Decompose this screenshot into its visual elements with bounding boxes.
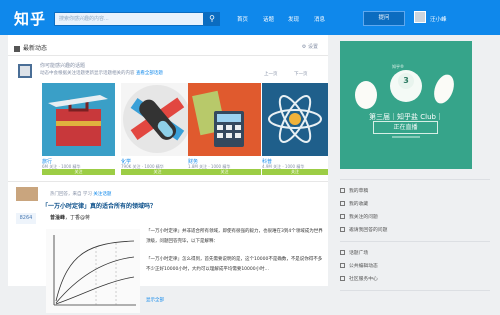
answer-paragraph: 「一万小时定律」怎么得到，首先需要说明的是，这个10000不是确数，不是说你得不… [146,257,323,272]
prev-page-button[interactable]: 上一页 [264,71,278,77]
star-icon [340,214,345,219]
gear-icon: ⚙ [301,44,307,50]
sidebar-item-community-center[interactable]: 社区服务中心 [340,275,378,282]
follow-topic-button[interactable]: 关注 [121,169,194,175]
recommend-subtitle-text: 动态中会根据关注话题更新显示话题相关的内容 [40,71,135,76]
sidebar-item-label: 邀请我回答的问题 [349,228,388,233]
feed-header: 最新动态 [14,43,47,52]
recommend-subtitle: 动态中会根据关注话题更新显示话题相关的内容 查看全部话题 [40,70,163,76]
feed-title: 最新动态 [23,45,48,52]
club-illustration [355,70,454,138]
answer-meta-text: 热门回答，来自 学习 [50,192,92,197]
topic-image-science[interactable] [262,83,328,156]
club-live-button[interactable]: 正在直播 [373,121,438,134]
sidebar-item-label: 话题广场 [349,251,369,256]
search-input[interactable]: 搜索你感兴趣的内容... [54,12,204,26]
calculator-icon [188,83,261,156]
divider [340,179,490,180]
test-tube-icon [121,83,194,156]
sidebar-item-label: 社区服务中心 [349,277,378,282]
sidebar-item-label: 我的草稿 [349,189,369,194]
topic-image-travel[interactable] [42,83,115,156]
invite-icon [340,227,345,232]
author-bio: 丁香@蒋 [70,215,91,221]
answer-figure[interactable] [46,229,140,313]
topic-avatar[interactable] [16,187,38,201]
sidebar-item-label: 我关注的问题 [349,215,378,220]
club-edition-badge: 3 [398,73,414,89]
divider [8,181,328,182]
shield-icon [340,276,345,281]
sidebar-item-topic-square[interactable]: 话题广场 [340,249,368,256]
answer-paragraph: 「一万小时定律」并非适合所有领域，即使有很强的毅力，也很难在3到4个领域成为世界… [146,229,323,244]
sidebar-item-invitations[interactable]: 邀请我回答的问题 [340,226,387,233]
user-avatar[interactable] [414,11,426,23]
follow-topic-link[interactable]: 关注话题 [93,192,111,197]
read-all-link[interactable]: 显示全部 [146,296,324,306]
follow-topic-button[interactable]: 关注 [42,169,115,175]
right-sidebar: 知乎® 3 第三届｜知乎盐 Club｜ 正在直播 我的草稿 我的收藏 我关注的问… [340,35,500,291]
atom-icon [262,83,328,156]
nav-home[interactable]: 首页 [237,15,248,23]
sidebar-item-label: 公共编辑动态 [349,264,378,269]
ask-question-button[interactable]: 提问 [363,11,405,26]
recommend-icon [18,64,32,78]
grid-icon [340,250,345,255]
next-page-button[interactable]: 下一页 [294,71,308,77]
search-button[interactable]: ⚲ [204,12,220,26]
follow-topic-button[interactable]: 关注 [262,169,328,175]
all-topics-link[interactable]: 查看全部话题 [136,71,163,76]
upvote-button[interactable]: 8264 [16,213,36,224]
feed-panel: 最新动态 ⚙ 设置 你可能感兴趣的话题 动态中会根据关注话题更新显示话题相关的内… [8,35,328,313]
answer-meta: 热门回答，来自 学习 关注话题 [50,191,111,197]
sidebar-item-public-edits[interactable]: 公共编辑动态 [340,262,378,269]
answer-author: 曾淦峰，丁香@蒋 [50,215,91,221]
nav-topics[interactable]: 话题 [263,15,274,23]
feed-settings-link[interactable]: ⚙ 设置 [302,43,318,50]
learning-curve-figure [46,229,140,313]
sidebar-item-drafts[interactable]: 我的草稿 [340,187,368,194]
divider [8,55,328,56]
username[interactable]: 汪小峰 [430,15,447,23]
nav-discover[interactable]: 发现 [288,15,299,23]
sidebar-item-collections[interactable]: 我的收藏 [340,200,368,207]
sidebar-item-followed-questions[interactable]: 我关注的问题 [340,213,378,220]
follow-topic-button[interactable]: 关注 [188,169,261,175]
divider [340,290,490,291]
divider [340,241,490,242]
topic-image-chemistry[interactable] [121,83,194,156]
nav-messages[interactable]: 消息 [314,15,325,23]
topic-image-finance[interactable] [188,83,261,156]
author-name[interactable]: 曾淦峰 [50,215,65,221]
zhihu-logo[interactable]: 知乎 [14,8,46,29]
question-title[interactable]: 「一万小时定律」真的适合所有的领域吗？ [42,201,156,210]
recommend-title: 你可能感兴趣的话题 [40,63,86,69]
draft-icon [340,188,345,193]
sidebar-item-label: 我的收藏 [349,202,369,207]
top-bar: 知乎 搜索你感兴趣的内容... ⚲ 首页 话题 发现 消息 提问 汪小峰 [0,0,500,35]
settings-label: 设置 [307,44,318,50]
salt-club-banner[interactable]: 知乎® 3 第三届｜知乎盐 Club｜ 正在直播 [340,41,472,169]
bookmark-icon [340,201,345,206]
suitcase-icon [42,83,115,156]
feed-icon [14,45,20,52]
search-icon: ⚲ [209,14,215,23]
club-brand: 知乎® [392,64,404,69]
edit-icon [340,263,345,268]
